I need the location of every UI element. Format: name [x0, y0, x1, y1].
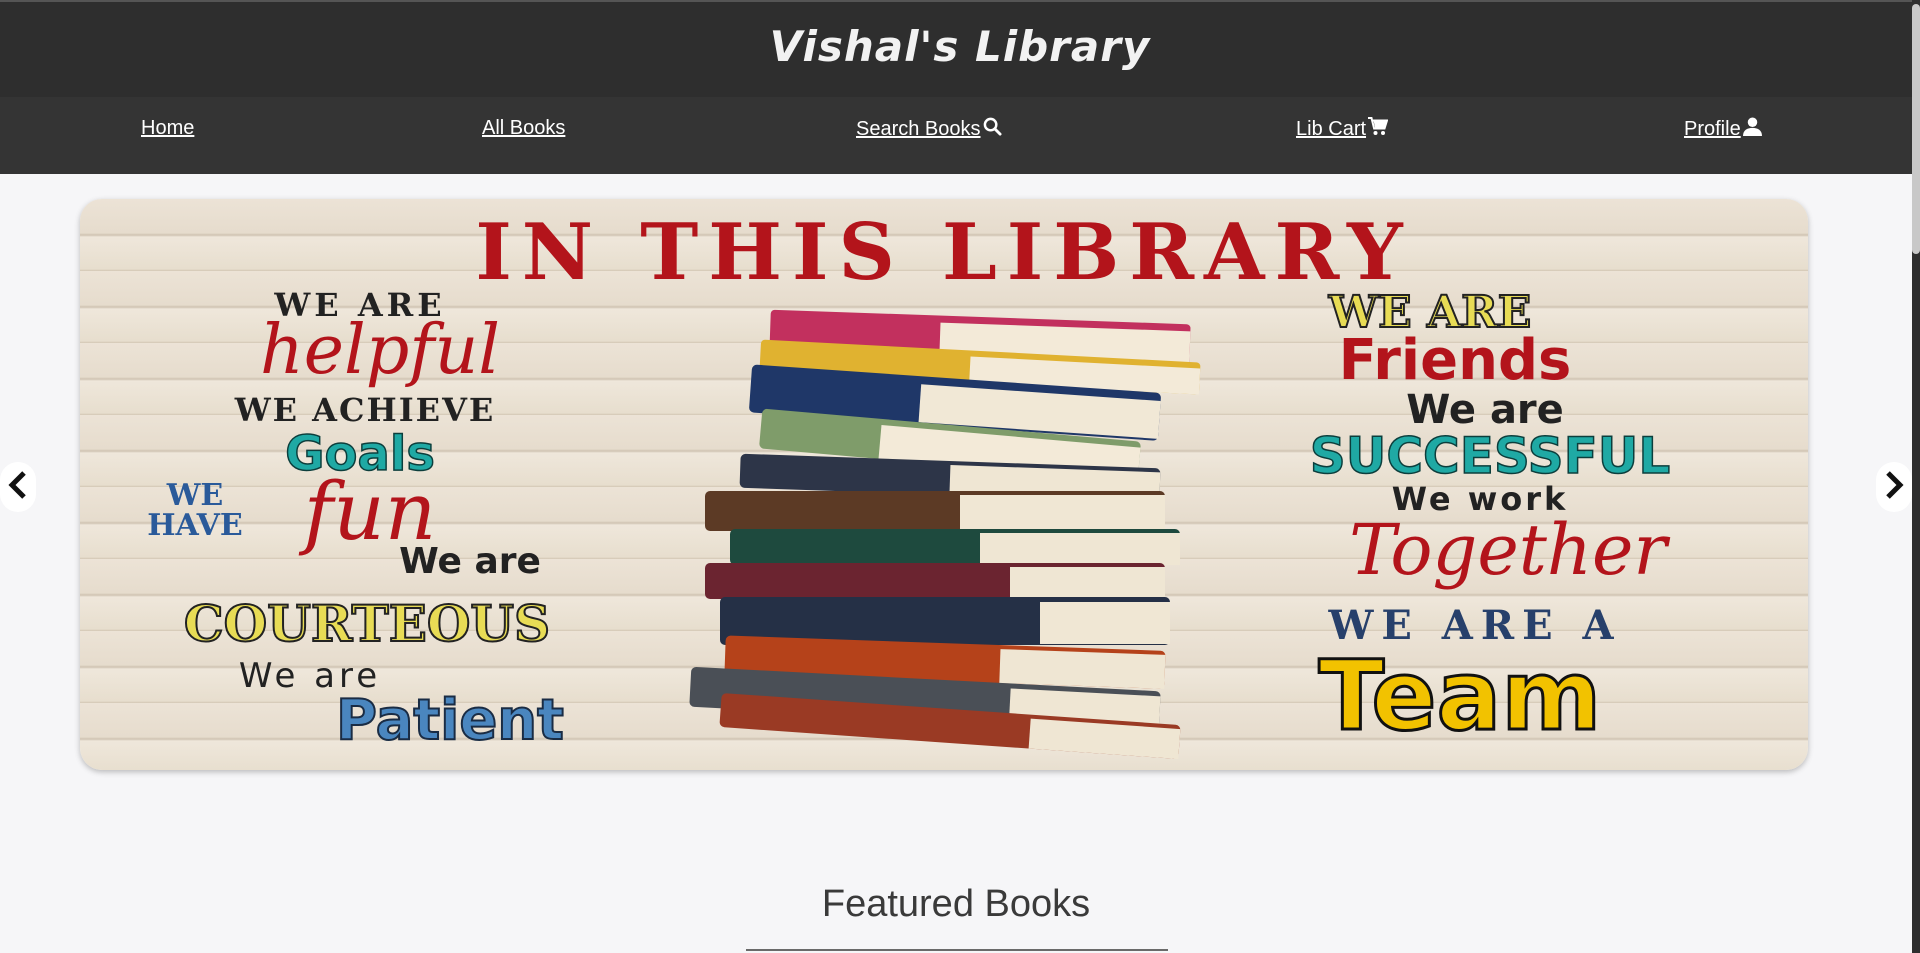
carousel-prev-button[interactable] — [0, 462, 36, 512]
book-stack-illustration — [689, 309, 1201, 760]
cart-icon — [1368, 117, 1389, 142]
nav-search-books-label: Search Books — [856, 118, 981, 140]
banner-right-line: Together — [1349, 509, 1670, 591]
banner-headline: IN THIS LIBRARY — [475, 207, 1412, 298]
nav-lib-cart-label: Lib Cart — [1296, 118, 1367, 140]
site-title: Vishal's Library — [769, 22, 1151, 71]
library-banner-image: IN THIS LIBRARY WE ARE helpful WE ACHIEV… — [147, 207, 1671, 760]
banner-left-line: WE ACHIEVE — [234, 391, 496, 429]
nav-all-books-label: All Books — [482, 117, 566, 139]
nav-profile-link[interactable]: Profile — [1684, 117, 1762, 142]
nav-all-books-link[interactable]: All Books — [482, 117, 565, 140]
banner-left-line: We are — [399, 541, 541, 582]
banner-left-line: COURTEOUS — [184, 594, 550, 653]
nav-lib-cart-link[interactable]: Lib Cart — [1296, 117, 1389, 142]
heading-underline — [746, 949, 1168, 951]
banner-left-line: Patient — [336, 688, 564, 753]
scrollbar-thumb[interactable] — [1912, 4, 1920, 254]
banner-right-line: Friends — [1339, 328, 1572, 393]
user-icon — [1742, 117, 1762, 142]
hero-carousel[interactable]: IN THIS LIBRARY WE ARE helpful WE ACHIEV… — [80, 199, 1808, 770]
nav-search-books-link[interactable]: Search Books — [856, 117, 1002, 142]
nav-profile-label: Profile — [1684, 118, 1741, 140]
title-bar: Vishal's Library — [0, 0, 1920, 97]
banner-right-line: SUCCESSFUL — [1310, 427, 1671, 485]
nav-home-label: Home — [141, 117, 195, 139]
chevron-left-icon — [7, 470, 29, 505]
banner-left-line: helpful — [260, 311, 500, 390]
banner-right-line: Team — [1319, 640, 1602, 752]
page-scrollbar[interactable] — [1912, 0, 1920, 953]
chevron-right-icon — [1883, 470, 1905, 505]
banner-left-line: HAVE — [147, 508, 243, 543]
nav-home-link[interactable]: Home — [141, 117, 194, 140]
featured-books-heading: Featured Books — [821, 883, 1091, 925]
search-icon — [983, 117, 1002, 142]
carousel-next-button[interactable] — [1876, 462, 1912, 512]
